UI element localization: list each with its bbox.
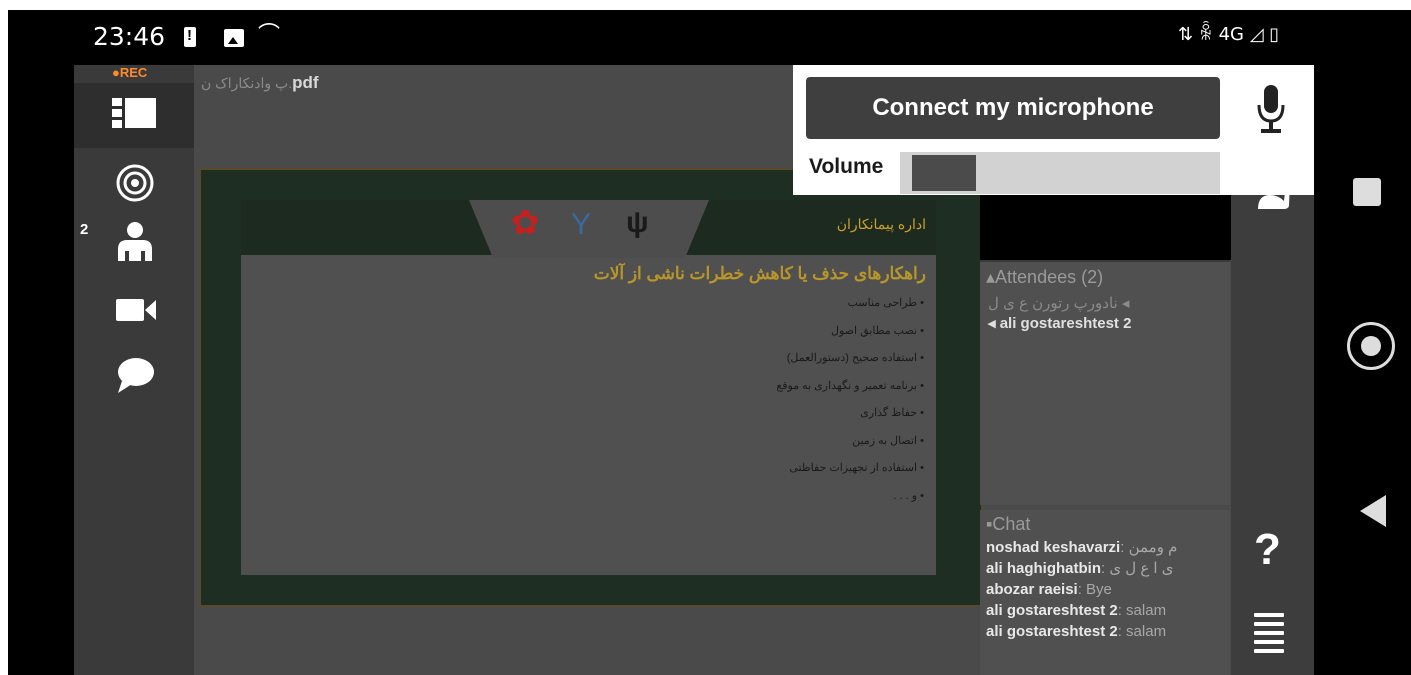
slide-bullet: طراحی مناسب [776,295,924,323]
video-button[interactable] [74,280,194,340]
chat-author: noshad keshavarzi [986,539,1121,556]
audio-broadcast-icon [116,164,154,202]
attendees-title[interactable]: ▴Attendees (2) [980,262,1230,293]
iran-emblem-icon: ψ [626,206,649,239]
volume-slider[interactable] [900,152,1220,194]
popup-shadow-band [980,195,1231,260]
chat-author: ali gostareshtest 2 [986,623,1118,640]
users-icon [118,222,152,261]
left-toolbar: ●REC 2 [74,65,194,675]
layout-button[interactable] [74,83,194,148]
slide-bullet: برنامه تعمیر و نگهداری به موقع [776,378,924,406]
chat-author: ali gostareshtest 2 [986,602,1118,619]
chat-message: ali gostareshtest 2: salam [980,600,1230,621]
microphone-panel: Connect my microphone Volume [793,65,1314,195]
layout-icon [112,98,156,128]
chat-text: : salam [1117,602,1167,619]
chat-button[interactable] [74,345,194,405]
conference-app: ●REC 2 پ وادنکاراک ن.pdf اداره پیمانکارا… [74,65,1314,675]
organization-logo-icon: Y [571,208,592,241]
document-title: پ وادنکاراک ن.pdf [201,73,319,93]
chat-message: abozar raeisi: Bye [980,579,1230,600]
recording-indicator: ●REC [112,65,148,80]
home-circle-icon[interactable] [1347,322,1395,370]
slide-bullet: حفاظ گذاری [776,405,924,433]
help-icon[interactable]: ? [1254,525,1281,575]
status-time: 23:46 [93,22,166,51]
slide-bullet-list: طراحی مناسب نصب مطابق اصول استفاده صحیح … [776,295,924,515]
image-icon [224,29,244,47]
slide-title: راهکارهای حذف یا کاهش خطرات ناشی از آلات [593,264,926,283]
users-button[interactable] [74,215,194,275]
chat-text: : salam [1117,623,1167,640]
video-camera-icon [116,299,156,321]
right-toolbar [1231,151,1314,675]
slide-bullet: و . . . [776,488,924,516]
missed-call-icon: ⌒ [258,22,281,47]
chat-bubble-icon [118,358,154,393]
ministry-seal-icon: ✿ [511,204,540,242]
slide-bullet: استفاده صحیح (دستورالعمل) [776,350,924,378]
slide-bullet: نصب مطابق اصول [776,323,924,351]
attendee-item[interactable]: ◂ نادورپ رتورن ع ی ل [980,293,1230,313]
menu-icon[interactable] [1254,613,1284,658]
chat-author: abozar raeisi [986,581,1078,598]
slide-bullet: اتصال به زمین [776,433,924,461]
status-right-icons: ⇅ ꆛ 4G ◿ ▯ [1178,24,1280,45]
chat-text: : ی ا ع ل ی [1101,560,1174,577]
volume-level [912,155,976,191]
chat-text: : م وممن [1120,539,1178,556]
slide-header-text: اداره پیمانکاران [836,216,926,232]
chat-message: noshad keshavarzi: م وممن [980,537,1230,558]
connect-microphone-button[interactable]: Connect my microphone [806,77,1220,139]
chat-message: ali gostareshtest 2: salam [980,621,1230,642]
recents-square-icon[interactable] [1353,178,1381,206]
audio-button[interactable] [74,155,194,215]
attendee-item[interactable]: ◂ ali gostareshtest 2 [980,313,1230,333]
chat-panel: ▪Chat noshad keshavarzi: م وممن ali hagh… [980,510,1230,675]
document-title-name: پ وادنکاراک ن. [201,75,293,91]
battery-alert-icon [184,27,196,47]
volume-label: Volume [809,155,884,178]
presentation-slide[interactable]: اداره پیمانکاران ✿ Y ψ راهکارهای حذف یا … [241,200,936,575]
chat-title[interactable]: ▪Chat [980,510,1230,537]
back-triangle-icon[interactable] [1360,495,1386,527]
attendees-panel: ▴Attendees (2) ◂ نادورپ رتورن ع ی ل ◂ al… [980,260,1230,505]
microphone-icon[interactable] [1256,83,1286,135]
chat-author: ali haghighatbin [986,560,1101,577]
document-title-ext: pdf [292,73,319,92]
slide-bullet: استفاده از تجهیزات حفاظتی [776,460,924,488]
phone-screen: 23:46 ⌒ ⇅ ꆛ 4G ◿ ▯ ●REC [8,10,1411,675]
chat-text: : Bye [1077,581,1112,598]
chat-message: ali haghighatbin: ی ا ع ل ی [980,558,1230,579]
